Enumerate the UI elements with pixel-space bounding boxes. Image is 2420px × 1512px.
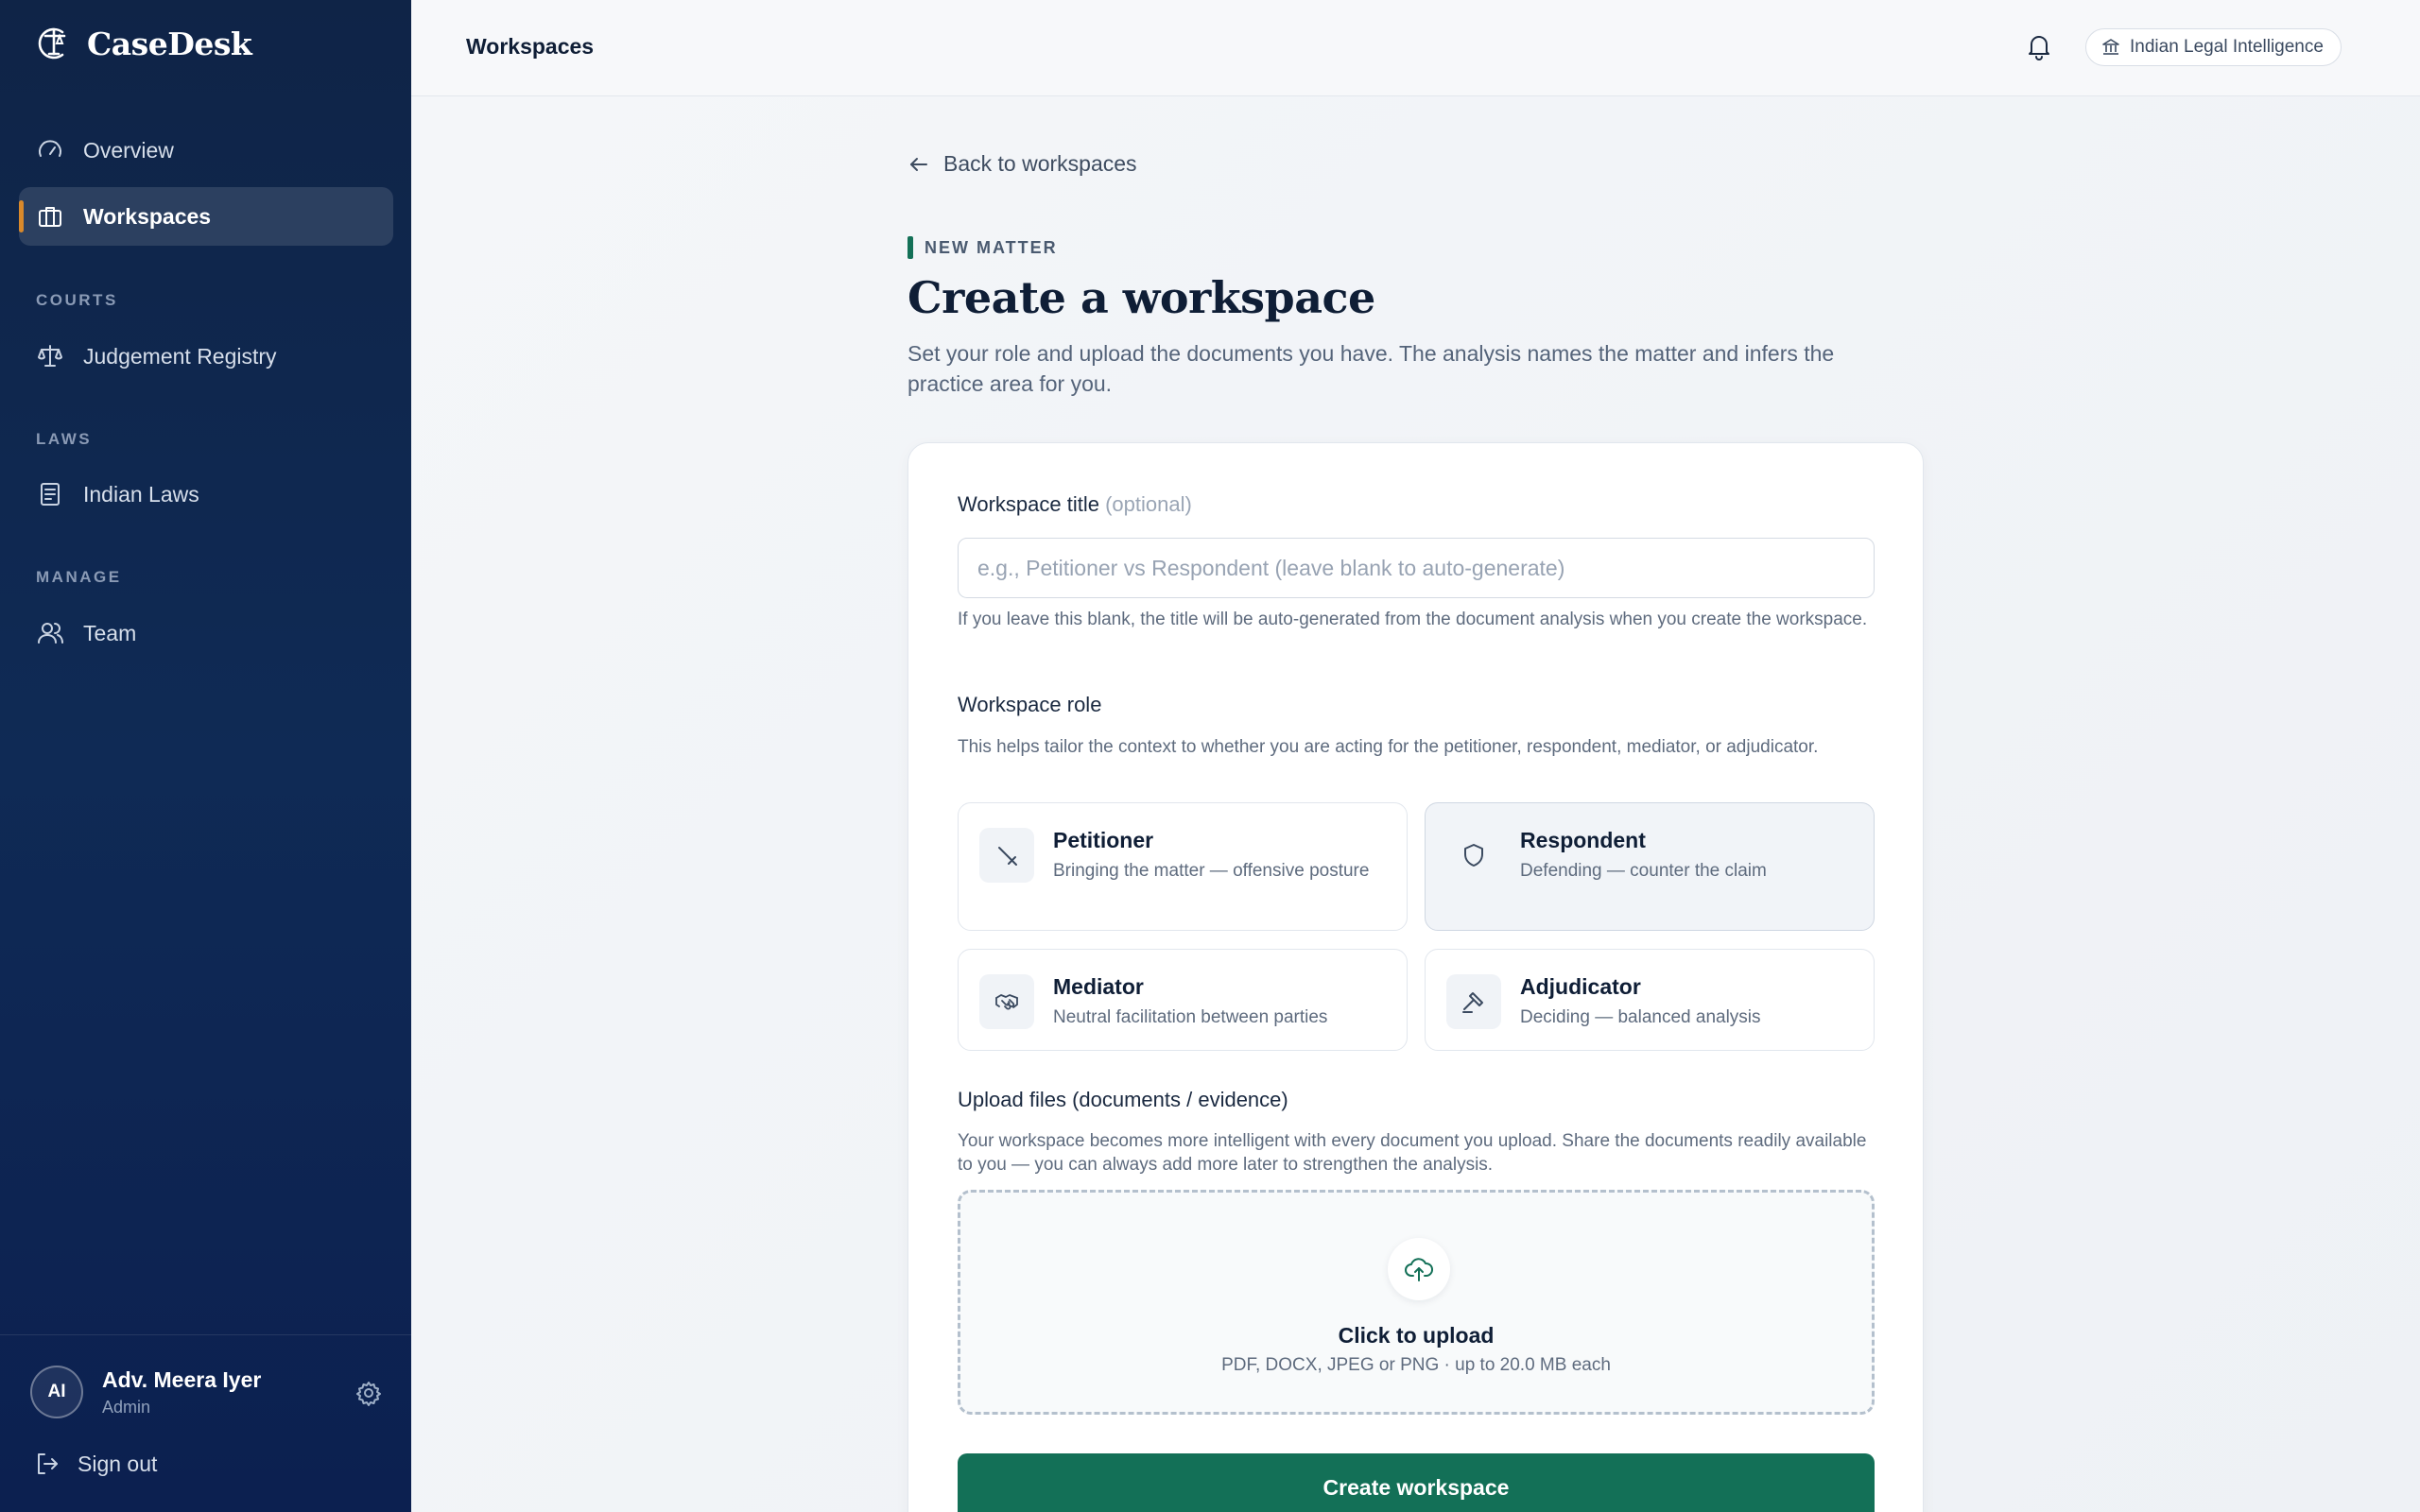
sword-icon <box>998 847 1017 866</box>
role-help: This helps tailor the context to whether… <box>958 737 1819 757</box>
org-name: Indian Legal Intelligence <box>2130 37 2324 57</box>
role-mediator[interactable]: Mediator Neutral facilitation between pa… <box>958 949 1408 1051</box>
section-courts-label: COURTS <box>36 291 118 309</box>
avatar[interactable]: AI <box>30 1366 83 1418</box>
role-respondent-desc: Defending — counter the claim <box>1520 861 1767 881</box>
org-badge[interactable]: Indian Legal Intelligence <box>2085 28 2342 66</box>
role-respondent[interactable]: Respondent Defending — counter the claim <box>1425 802 1875 931</box>
nav-workspaces-label: Workspaces <box>83 203 212 229</box>
document-icon <box>41 483 60 506</box>
upload-formats: PDF, DOCX, JPEG or PNG · up to 20.0 MB e… <box>1221 1355 1611 1375</box>
page-subtitle: Set your role and upload the documents y… <box>908 341 1835 396</box>
eyebrow: NEW MATTER <box>908 236 1058 259</box>
upload-label: Upload files (documents / evidence) <box>958 1088 1288 1111</box>
title-help: If you leave this blank, the title will … <box>958 610 1868 629</box>
main-content: Back to workspaces NEW MATTER Create a w… <box>411 96 2420 1512</box>
app-name: CaseDesk <box>87 25 252 62</box>
role-adjudicator[interactable]: Adjudicator Deciding — balanced analysis <box>1425 949 1875 1051</box>
nav-judgement-registry[interactable]: Judgement Registry <box>19 327 393 386</box>
create-workspace-button[interactable]: Create workspace <box>958 1453 1875 1512</box>
user-block: AI Adv. Meera Iyer Admin Sign out <box>0 1334 411 1512</box>
signout-button[interactable]: Sign out <box>34 1451 157 1477</box>
nav-overview[interactable]: Overview <box>19 121 393 180</box>
role-mediator-desc: Neutral facilitation between parties <box>1053 1007 1328 1027</box>
header-title: Workspaces <box>466 34 595 59</box>
briefcase-icon <box>39 207 61 227</box>
upload-title: Click to upload <box>1338 1323 1495 1348</box>
workspace-title-input[interactable] <box>958 538 1875 598</box>
back-link[interactable]: Back to workspaces <box>908 151 1137 177</box>
nav-team[interactable]: Team <box>19 604 393 662</box>
gauge-icon <box>39 140 61 157</box>
nav-workspaces[interactable]: Workspaces <box>19 187 393 246</box>
back-link-label: Back to workspaces <box>943 151 1137 176</box>
role-label: Workspace role <box>958 693 1102 716</box>
arrow-left-icon <box>910 157 927 171</box>
handshake-icon <box>995 994 1018 1010</box>
upload-help: Your workspace becomes more intelligent … <box>958 1131 1867 1175</box>
sidebar: CaseDesk Overview Workspaces COURTS Judg… <box>0 0 411 1512</box>
user-role: Admin <box>102 1398 151 1417</box>
section-laws-label: LAWS <box>36 430 93 448</box>
role-adjudicator-name: Adjudicator <box>1520 974 1641 999</box>
cloud-upload-icon <box>1405 1258 1433 1281</box>
nav-overview-label: Overview <box>83 137 174 163</box>
upload-dropzone[interactable]: Click to upload PDF, DOCX, JPEG or PNG ·… <box>958 1190 1875 1415</box>
shield-icon <box>1464 844 1483 867</box>
institution-icon <box>2102 39 2119 55</box>
bell-icon[interactable] <box>2024 31 2054 61</box>
page-title: Create a workspace <box>908 272 1375 323</box>
nav-judgement-registry-label: Judgement Registry <box>83 343 277 369</box>
topbar: Workspaces Indian Legal Intelligence <box>411 0 2420 96</box>
role-mediator-name: Mediator <box>1053 974 1144 999</box>
signout-label: Sign out <box>78 1451 158 1476</box>
scales-icon <box>38 345 62 367</box>
create-workspace-form: Workspace title (optional) If you leave … <box>908 442 1924 1512</box>
title-label: Workspace title (optional) <box>958 492 1192 517</box>
casedesk-logo-icon <box>38 27 66 60</box>
role-petitioner-name: Petitioner <box>1053 828 1154 852</box>
role-respondent-name: Respondent <box>1520 828 1646 852</box>
title-optional: (optional) <box>1105 492 1192 516</box>
nav-indian-laws[interactable]: Indian Laws <box>19 465 393 524</box>
nav-indian-laws-label: Indian Laws <box>83 481 199 507</box>
role-petitioner[interactable]: Petitioner Bringing the matter — offensi… <box>958 802 1408 931</box>
signout-icon <box>38 1453 58 1474</box>
role-adjudicator-desc: Deciding — balanced analysis <box>1520 1007 1761 1027</box>
section-manage-label: MANAGE <box>36 568 122 586</box>
user-name: Adv. Meera Iyer <box>102 1367 262 1392</box>
gavel-icon <box>1462 992 1483 1013</box>
users-icon <box>38 623 63 644</box>
title-label-text: Workspace title <box>958 492 1099 516</box>
role-petitioner-desc: Bringing the matter — offensive posture <box>1053 861 1370 881</box>
gear-icon[interactable] <box>355 1380 382 1406</box>
nav-team-label: Team <box>83 620 137 645</box>
brand[interactable]: CaseDesk <box>34 21 252 66</box>
